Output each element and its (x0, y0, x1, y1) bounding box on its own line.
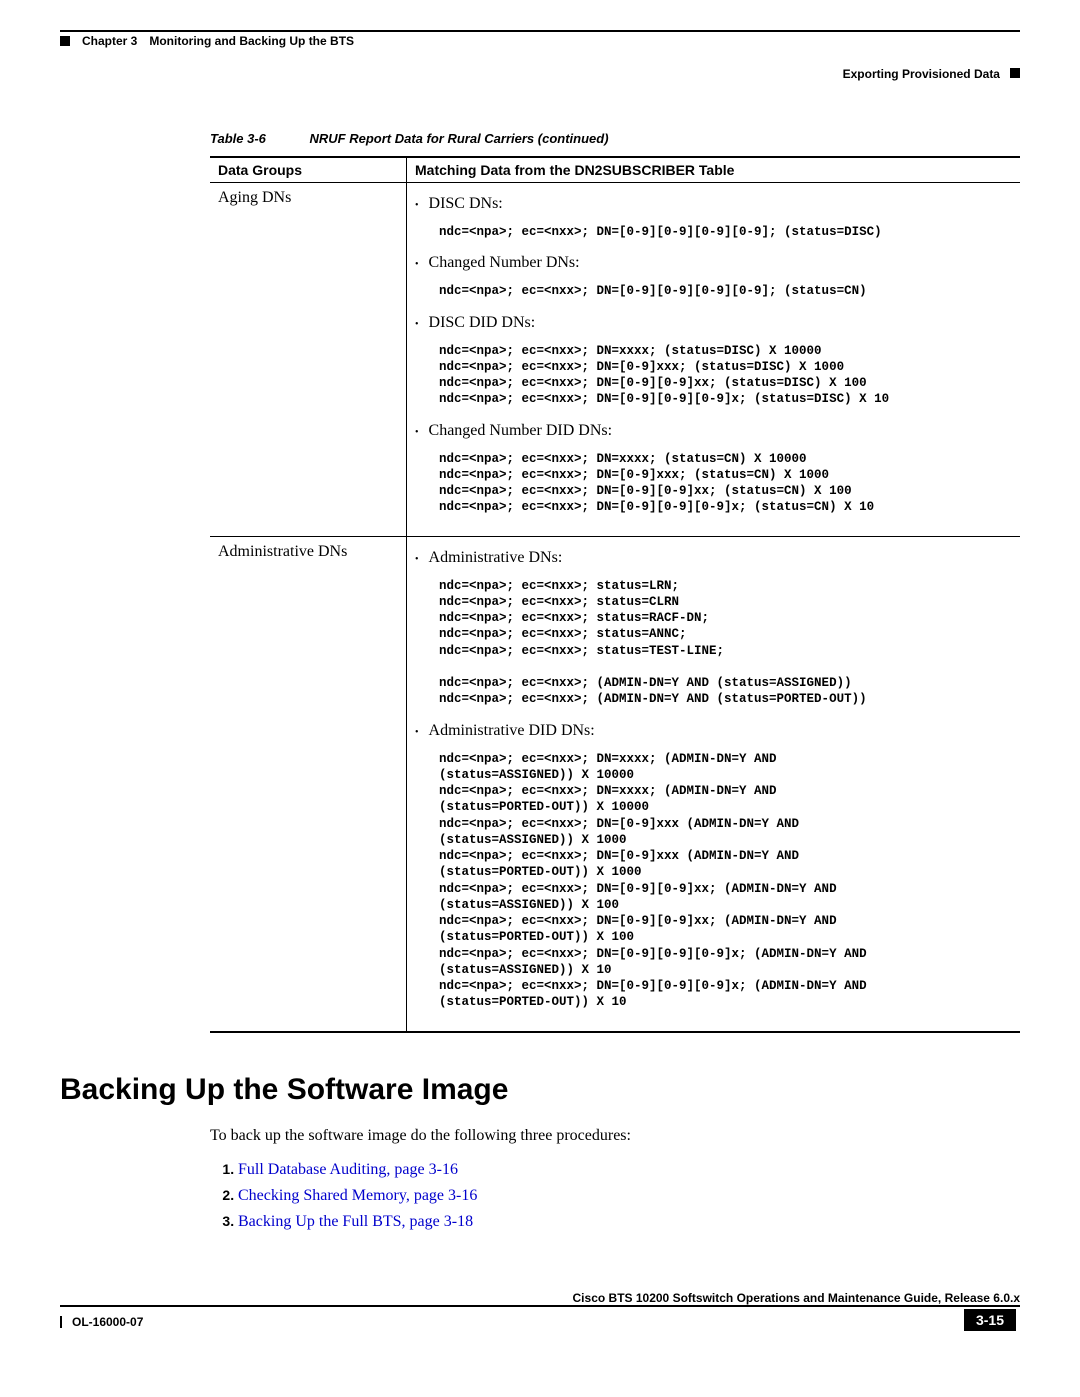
header-marker-icon (60, 36, 70, 46)
link-check-shared-mem[interactable]: Checking Shared Memory, page 3-16 (238, 1187, 477, 1204)
list-item: •DISC DID DNs: (415, 314, 1012, 335)
col-header-groups: Data Groups (210, 157, 407, 183)
procedure-list: Full Database Auditing, page 3-16 Checki… (210, 1161, 1020, 1231)
code-block: ndc=<npa>; ec=<nxx>; DN=[0-9][0-9][0-9][… (439, 283, 1012, 299)
list-item: •DISC DNs: (415, 195, 1012, 216)
chapter-label: Chapter 3 (82, 34, 137, 48)
table-row: Administrative DNs •Administrative DNs: … (210, 536, 1020, 1032)
intro-paragraph: To back up the software image do the fol… (210, 1127, 1020, 1145)
section-heading: Backing Up the Software Image (60, 1073, 1020, 1107)
code-block: ndc=<npa>; ec=<nxx>; DN=xxxx; (ADMIN-DN=… (439, 751, 1012, 1011)
link-backup-full-bts[interactable]: Backing Up the Full BTS, page 3-18 (238, 1213, 473, 1230)
page-footer: OL-16000-07 3-15 (60, 1309, 1020, 1331)
chapter-title: Monitoring and Backing Up the BTS (149, 34, 354, 48)
link-full-db-audit[interactable]: Full Database Auditing, page 3-16 (238, 1161, 458, 1178)
code-block: ndc=<npa>; ec=<nxx>; DN=xxxx; (status=DI… (439, 343, 1012, 408)
section-name: Exporting Provisioned Data (843, 67, 1000, 81)
table-row: Aging DNs •DISC DNs: ndc=<npa>; ec=<nxx>… (210, 183, 1020, 537)
nruf-report-table: Data Groups Matching Data from the DN2SU… (210, 156, 1020, 1033)
list-item: Checking Shared Memory, page 3-16 (238, 1187, 1020, 1205)
list-item: •Changed Number DNs: (415, 254, 1012, 275)
table-number: Table 3-6 (210, 131, 266, 146)
data-group-aging: Aging DNs (210, 183, 407, 537)
doc-number: OL-16000-07 (72, 1315, 143, 1329)
footer-guide-title: Cisco BTS 10200 Softswitch Operations an… (60, 1291, 1020, 1305)
code-block: ndc=<npa>; ec=<nxx>; DN=xxxx; (status=CN… (439, 451, 1012, 516)
list-item: •Changed Number DID DNs: (415, 422, 1012, 443)
data-group-admin: Administrative DNs (210, 536, 407, 1032)
table-title: NRUF Report Data for Rural Carriers (con… (310, 131, 609, 146)
page-number: 3-15 (964, 1309, 1016, 1331)
code-block: ndc=<npa>; ec=<nxx>; status=LRN; ndc=<np… (439, 578, 1012, 708)
list-item: •Administrative DNs: (415, 549, 1012, 570)
page-header: Chapter 3 Monitoring and Backing Up the … (60, 34, 1020, 48)
col-header-matching: Matching Data from the DN2SUBSCRIBER Tab… (407, 157, 1021, 183)
list-item: •Administrative DID DNs: (415, 722, 1012, 743)
table-caption: Table 3-6 NRUF Report Data for Rural Car… (210, 131, 1020, 146)
footer-bar-icon (60, 1316, 62, 1328)
section-marker-icon (1010, 68, 1020, 78)
list-item: Full Database Auditing, page 3-16 (238, 1161, 1020, 1179)
code-block: ndc=<npa>; ec=<nxx>; DN=[0-9][0-9][0-9][… (439, 224, 1012, 240)
list-item: Backing Up the Full BTS, page 3-18 (238, 1213, 1020, 1231)
